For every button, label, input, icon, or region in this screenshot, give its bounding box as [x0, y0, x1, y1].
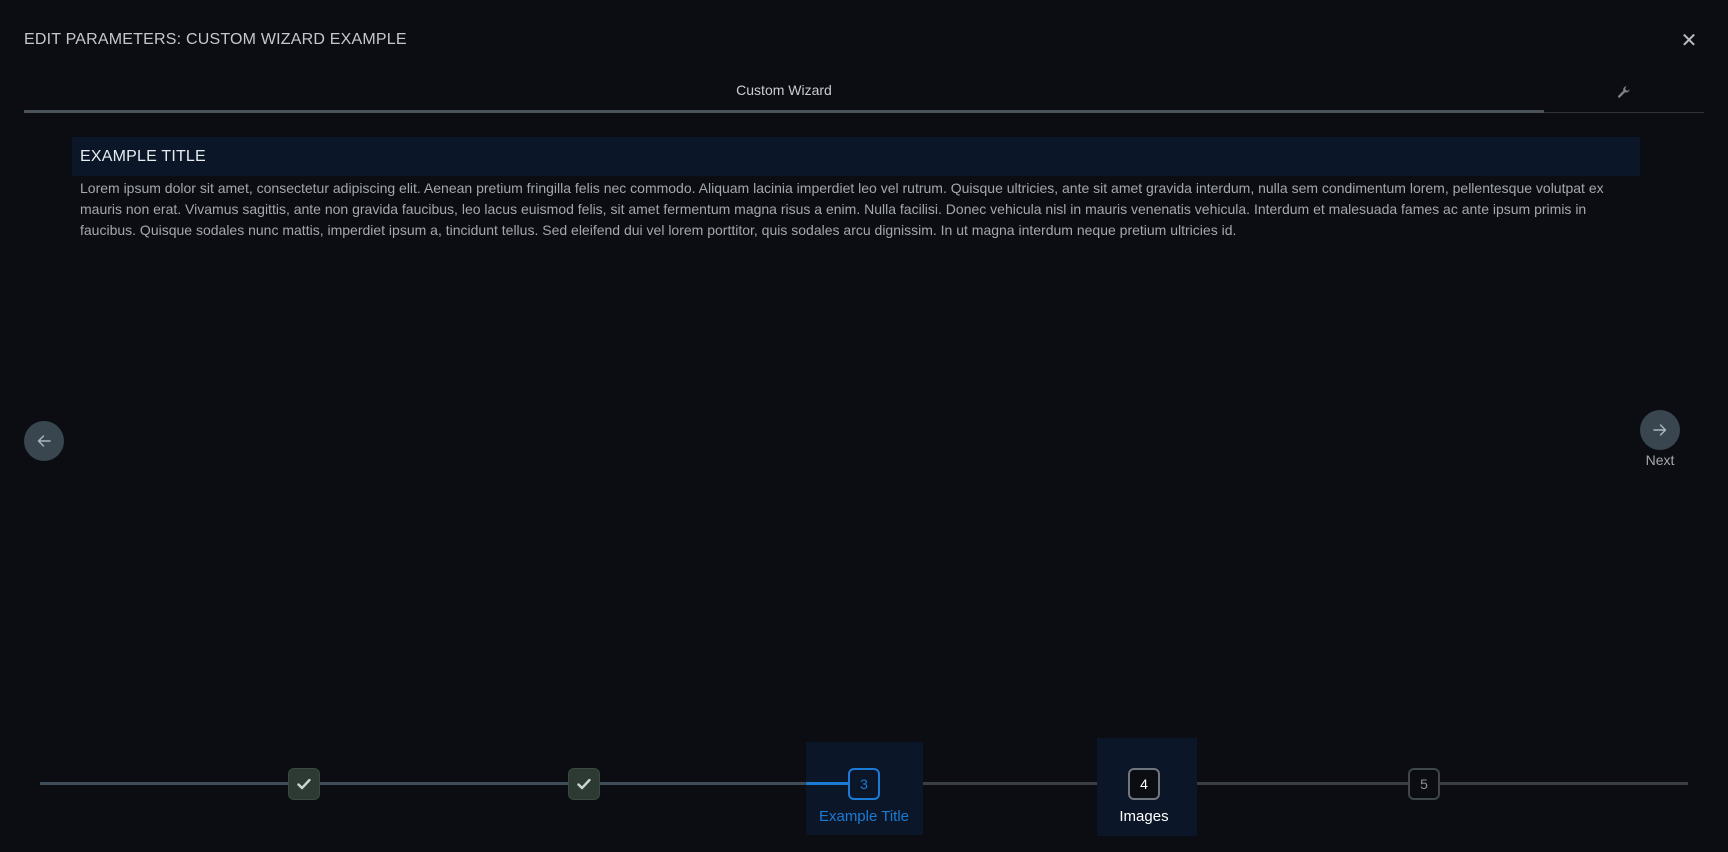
step-3[interactable]: 3 [848, 768, 880, 800]
step-1[interactable] [288, 768, 320, 800]
wrench-icon [1617, 85, 1630, 98]
wizard-stepper: 3 Example Title 4 Images 5 [0, 730, 1728, 840]
tab-bar: Custom Wizard [24, 70, 1704, 113]
tab-custom-wizard[interactable]: Custom Wizard [24, 70, 1544, 113]
next-label[interactable]: Next [1630, 452, 1690, 468]
arrow-right-icon [1653, 424, 1667, 436]
stepper-track-active [806, 782, 848, 785]
dialog-header: EDIT PARAMETERS: CUSTOM WIZARD EXAMPLE ✕ [24, 28, 1704, 52]
step-2[interactable] [568, 768, 600, 800]
section-title: EXAMPLE TITLE [72, 137, 1640, 176]
close-button[interactable]: ✕ [1678, 29, 1700, 52]
stepper-track-completed [40, 782, 805, 785]
tab-tools[interactable] [1544, 70, 1704, 113]
step-4-label[interactable]: Images [1064, 808, 1224, 825]
previous-button[interactable] [24, 421, 64, 461]
section-body: Lorem ipsum dolor sit amet, consectetur … [80, 180, 1604, 238]
arrow-left-icon [37, 435, 51, 447]
check-icon [577, 778, 591, 790]
check-icon [297, 778, 311, 790]
dialog-title: EDIT PARAMETERS: CUSTOM WIZARD EXAMPLE [24, 31, 407, 48]
step-3-label[interactable]: Example Title [784, 808, 944, 825]
step-5[interactable]: 5 [1408, 768, 1440, 800]
next-button[interactable] [1640, 410, 1680, 450]
close-icon: ✕ [1680, 29, 1698, 52]
step-4[interactable]: 4 [1128, 768, 1160, 800]
